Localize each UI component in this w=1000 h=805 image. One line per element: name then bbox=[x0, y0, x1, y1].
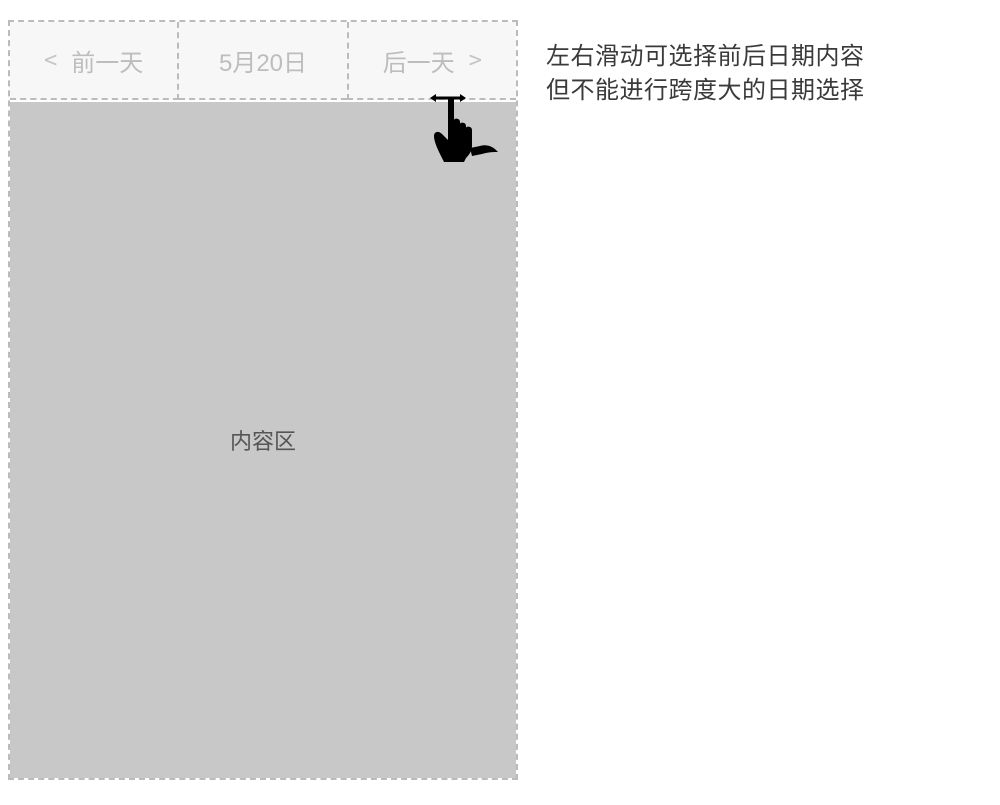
annotation-text: 左右滑动可选择前后日期内容 但不能进行跨度大的日期选择 bbox=[546, 40, 865, 107]
current-date-label: 5月20日 bbox=[219, 43, 307, 78]
content-area[interactable]: 内容区 bbox=[10, 102, 516, 778]
current-date-display[interactable]: 5月20日 bbox=[179, 22, 346, 100]
chevron-right-icon: > bbox=[469, 48, 482, 73]
content-area-label: 内容区 bbox=[230, 424, 296, 456]
next-day-label: 后一天 bbox=[383, 43, 455, 78]
prev-day-button[interactable]: < 前一天 bbox=[10, 22, 179, 100]
phone-mockup: < 前一天 5月20日 后一天 > 内容区 bbox=[8, 20, 518, 780]
swipe-gesture-icon bbox=[430, 86, 502, 174]
annotation-line-2: 但不能进行跨度大的日期选择 bbox=[546, 74, 865, 108]
annotation-line-1: 左右滑动可选择前后日期内容 bbox=[546, 40, 865, 74]
prev-day-label: 前一天 bbox=[71, 43, 143, 78]
chevron-left-icon: < bbox=[44, 48, 57, 73]
